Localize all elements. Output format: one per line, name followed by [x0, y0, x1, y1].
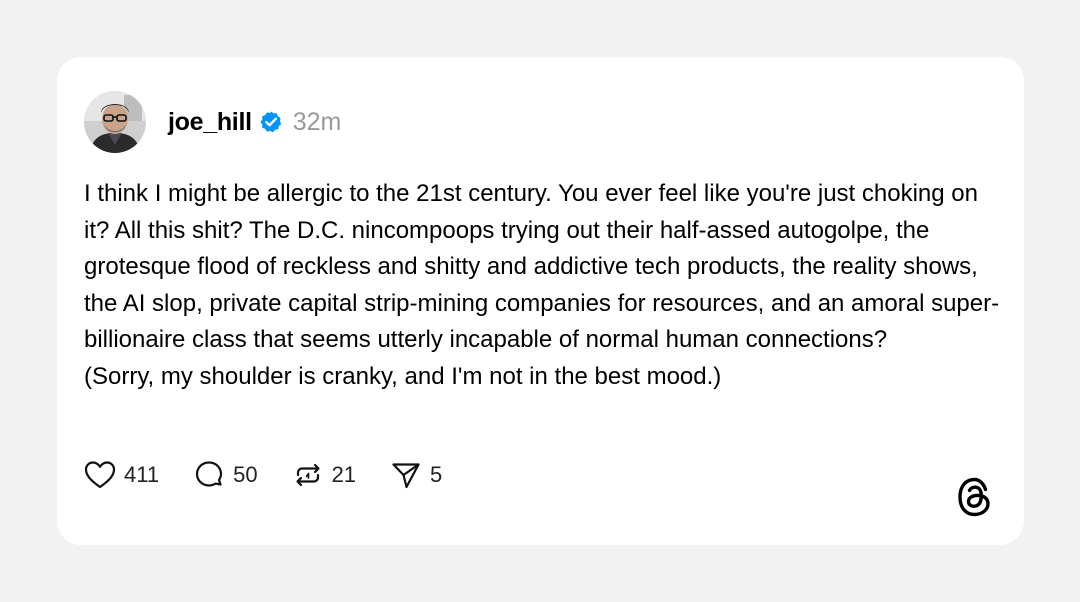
share-count: 5 — [430, 462, 443, 487]
send-icon — [392, 463, 420, 489]
reply-button[interactable]: 50 — [193, 459, 258, 491]
avatar[interactable] — [84, 91, 146, 153]
post-paragraph: I think I might be allergic to the 21st … — [84, 180, 1000, 353]
repost-icon — [295, 463, 320, 487]
comment-bubble-icon — [195, 461, 223, 487]
post-header: joe_hill 32m — [84, 90, 341, 154]
post-paragraph: (Sorry, my shoulder is cranky, and I'm n… — [84, 362, 722, 390]
share-button[interactable]: 5 — [390, 459, 442, 491]
like-button[interactable]: 411 — [84, 460, 159, 490]
post-text: I think I might be allergic to the 21st … — [84, 176, 1009, 395]
username[interactable]: joe_hill — [168, 108, 252, 137]
verified-badge-icon — [259, 110, 283, 134]
post-card: joe_hill 32m I think I might be allergic… — [57, 57, 1024, 545]
repost-count: 21 — [331, 462, 357, 487]
threads-logo-icon — [955, 475, 995, 519]
repost-button[interactable]: 21 — [292, 459, 356, 491]
like-count: 411 — [124, 462, 160, 487]
action-bar: 411 50 21 5 — [84, 455, 476, 495]
timestamp: 32m — [292, 107, 342, 136]
heart-icon — [84, 461, 116, 489]
reply-count: 50 — [233, 462, 258, 487]
